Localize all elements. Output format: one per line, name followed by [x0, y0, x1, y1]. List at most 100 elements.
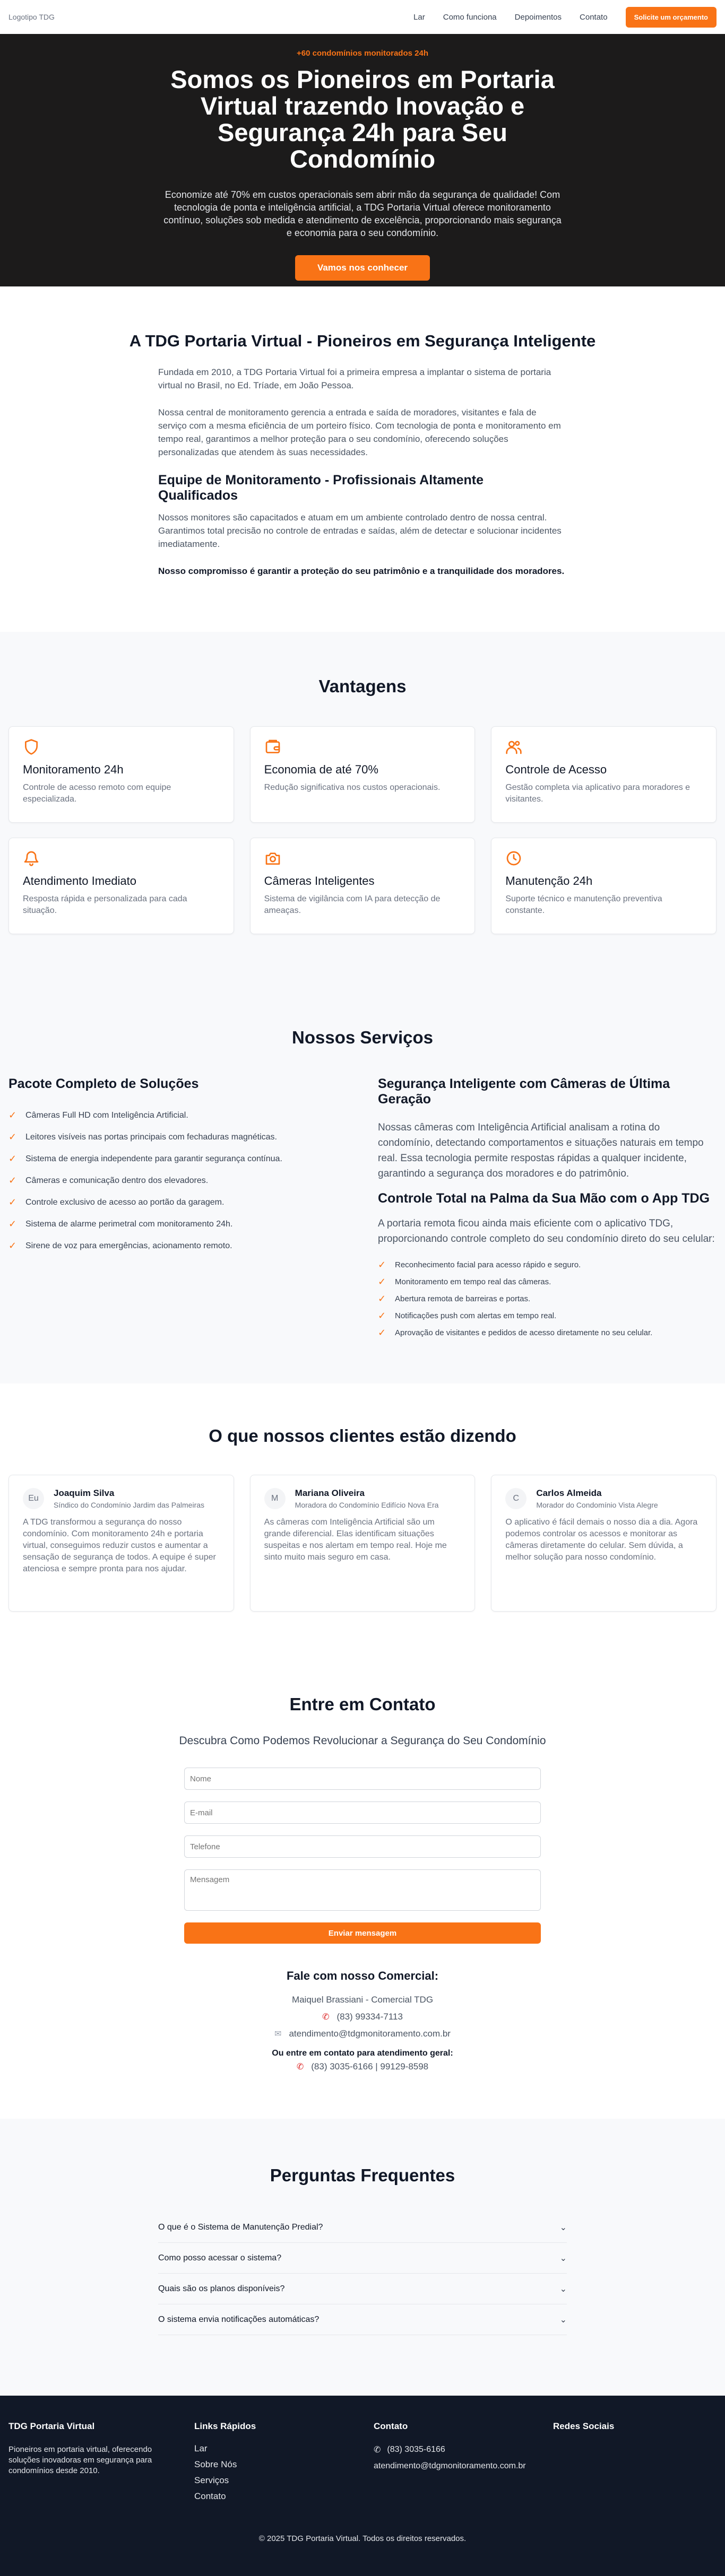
advantages-section: Vantagens Monitoramento 24h Controle de … [0, 632, 725, 977]
top-nav: Logotipo TDG Lar Como funciona Depoiment… [0, 0, 725, 34]
footer-grid: TDG Portaria Virtual Pioneiros em portar… [8, 2421, 717, 2507]
testimonials-title: O que nossos clientes estão dizendo [209, 1426, 516, 1446]
logo[interactable]: Logotipo TDG [8, 13, 67, 21]
footer-contact-col: Contato ✆ (83) 3035-6166 atendimento@tdg… [374, 2421, 537, 2507]
faq-item[interactable]: Como posso acessar o sistema? ⌄ [158, 2243, 567, 2274]
check-icon: ✓ [378, 1259, 386, 1270]
faq-item[interactable]: O sistema envia notificações automáticas… [158, 2304, 567, 2335]
list-item: ✓ Monitoramento em tempo real das câmeras… [378, 1273, 717, 1290]
about-title: A TDG Portaria Virtual - Pioneiros em Se… [129, 332, 596, 350]
footer-links: Lar Sobre Nós Serviços Contato [194, 2443, 358, 2502]
list-item: ✓ Câmeras e comunicação dentro dos elevad… [8, 1170, 347, 1191]
faq-title: Perguntas Frequentes [270, 2165, 455, 2185]
advantage-text: Resposta rápida e personalizada para cad… [23, 894, 187, 915]
contact-subtitle: Descubra Como Podemos Revolucionar a Seg… [179, 1735, 546, 1747]
list-item: ✓ Sirene de voz para emergências, acionam… [8, 1235, 347, 1257]
testimonial-header: M Mariana Oliveira Moradora do Condomíni… [264, 1488, 461, 1509]
advantage-title: Atendimento Imediato [23, 874, 137, 887]
app-features-list: ✓ Reconhecimento facial para acesso rápid… [378, 1256, 717, 1341]
contact-section: Entre em Contato Descubra Como Podemos R… [0, 1681, 725, 2119]
phone-icon: ✆ [322, 2013, 330, 2022]
testimonial-name: Joaquim Silva [54, 1488, 115, 1498]
copyright: © 2025 TDG Portaria Virtual. Todos os di… [258, 2534, 467, 2543]
testimonial-card: Eu Joaquim Silva Síndico do Condomínio J… [8, 1475, 234, 1612]
contact-title: Entre em Contato [289, 1694, 436, 1714]
list-item-text: Câmeras e comunicação dentro dos elevado… [25, 1176, 209, 1185]
footer-social-col: Redes Sociais [553, 2421, 717, 2507]
wallet-icon [265, 739, 280, 753]
list-item: ✓ Leitores visíveis nas portas principais… [8, 1126, 347, 1148]
nav-link-lar[interactable]: Lar [413, 13, 425, 22]
chevron-down-icon: ⌄ [559, 2315, 567, 2325]
footer-link-sobre[interactable]: Sobre Nós [194, 2459, 358, 2470]
list-item-text: Aprovação de visitantes e pedidos de ace… [395, 1328, 653, 1337]
list-item-text: Sirene de voz para emergências, acioname… [25, 1241, 232, 1250]
footer-phone[interactable]: (83) 3035-6166 [387, 2445, 445, 2455]
advantage-card: Manutenção 24h Suporte técnico e manuten… [491, 838, 717, 934]
nav-link-como-funciona[interactable]: Como funciona [443, 13, 497, 22]
testimonial-role: Síndico do Condomínio Jardim das Palmeir… [54, 1501, 205, 1509]
check-icon: ✓ [378, 1327, 386, 1338]
nav-link-contato[interactable]: Contato [580, 13, 608, 22]
commercial-email-row: ✉ atendimento@tdgmonitoramento.com.br [0, 2029, 725, 2039]
faq-item[interactable]: Quais são os planos disponíveis? ⌄ [158, 2274, 567, 2304]
services-section: Nossos Serviços Pacote Completo de Soluç… [0, 977, 725, 1383]
chevron-down-icon: ⌄ [559, 2223, 567, 2232]
list-item: ✓ Reconhecimento facial para acesso rápid… [378, 1256, 717, 1273]
check-icon: ✓ [378, 1293, 386, 1304]
faq-section: Perguntas Frequentes O que é o Sistema d… [0, 2119, 725, 2396]
about-section: A TDG Portaria Virtual - Pioneiros em Se… [0, 286, 725, 632]
clock-icon [506, 851, 521, 866]
advantages-title: Vantagens [318, 676, 407, 696]
check-icon: ✓ [8, 1197, 17, 1207]
check-icon: ✓ [378, 1310, 386, 1321]
list-item: ✓ Sistema de alarme perimetral com monito… [8, 1213, 347, 1235]
phone-field[interactable] [184, 1835, 541, 1858]
advantage-text: Sistema de vigilância com IA para detecç… [264, 894, 441, 915]
advantage-title: Câmeras Inteligentes [264, 874, 375, 887]
list-item: ✓ Controle exclusivo de acesso ao portão … [8, 1191, 347, 1213]
email-field[interactable] [184, 1802, 541, 1824]
services-package-title: Pacote Completo de Soluções [8, 1076, 199, 1091]
testimonial-card: C Carlos Almeida Morador do Condomínio V… [491, 1475, 717, 1612]
meet-us-button[interactable]: Vamos nos conhecer [295, 255, 430, 281]
footer-link-lar[interactable]: Lar [194, 2443, 358, 2454]
services-grid: Pacote Completo de Soluções ✓ Câmeras Ful… [8, 1076, 717, 1341]
list-item-text: Reconhecimento facial para acesso rápido… [395, 1260, 581, 1269]
commercial-contact: Fale com nosso Comercial: Maiquel Brassi… [0, 1969, 725, 2072]
services-title: Nossos Serviços [292, 1028, 433, 1047]
list-item-text: Sistema de alarme perimetral com monitor… [25, 1219, 233, 1229]
message-field[interactable] [184, 1869, 541, 1911]
commercial-phone[interactable]: (83) 99334-7113 [336, 2012, 402, 2022]
nav-link-depoimentos[interactable]: Depoimentos [515, 13, 562, 22]
footer-links-title: Links Rápidos [194, 2421, 256, 2431]
faq-list: O que é o Sistema de Manutenção Predial?… [158, 2212, 567, 2335]
hero-title: Somos os Pioneiros em Portaria Virtual t… [170, 65, 555, 173]
testimonial-role: Moradora do Condomínio Edifício Nova Era [295, 1501, 439, 1509]
chevron-down-icon: ⌄ [559, 2253, 567, 2263]
request-quote-button[interactable]: Solicite um orçamento [625, 6, 717, 28]
testimonial-card: M Mariana Oliveira Moradora do Condomíni… [249, 1475, 476, 1612]
advantage-card: Atendimento Imediato Resposta rápida e p… [8, 838, 234, 934]
about-paragraph: Fundada em 2010, a TDG Portaria Virtual … [158, 367, 551, 390]
footer-link-servicos[interactable]: Serviços [194, 2475, 358, 2486]
faq-item[interactable]: O que é o Sistema de Manutenção Predial?… [158, 2212, 567, 2243]
testimonials-section: O que nossos clientes estão dizendo Eu J… [0, 1383, 725, 1681]
commercial-name: Maiquel Brassiani - Comercial TDG [291, 1995, 434, 2005]
list-item: ✓ Sistema de energia independente para ga… [8, 1148, 347, 1170]
general-phones[interactable]: (83) 3035-6166 | 99129-8598 [311, 2061, 428, 2072]
check-icon: ✓ [8, 1153, 17, 1164]
footer-brand: TDG Portaria Virtual [8, 2421, 95, 2431]
footer-description: Pioneiros em portaria virtual, oferecend… [8, 2445, 152, 2475]
footer-link-contato[interactable]: Contato [194, 2491, 358, 2502]
about-commitment: Nosso compromisso é garantir a proteção … [158, 566, 565, 576]
footer-phone-row: ✆ (83) 3035-6166 [374, 2444, 537, 2455]
commercial-email[interactable]: atendimento@tdgmonitoramento.com.br [289, 2029, 451, 2039]
footer: TDG Portaria Virtual Pioneiros em portar… [0, 2396, 725, 2576]
name-field[interactable] [184, 1768, 541, 1790]
advantage-text: Gestão completa via aplicativo para mora… [505, 783, 691, 804]
mail-icon: ✉ [274, 2030, 282, 2039]
footer-email[interactable]: atendimento@tdgmonitoramento.com.br [374, 2461, 526, 2471]
send-message-button[interactable]: Enviar mensagem [184, 1922, 541, 1944]
footer-email-row: atendimento@tdgmonitoramento.com.br [374, 2461, 537, 2471]
